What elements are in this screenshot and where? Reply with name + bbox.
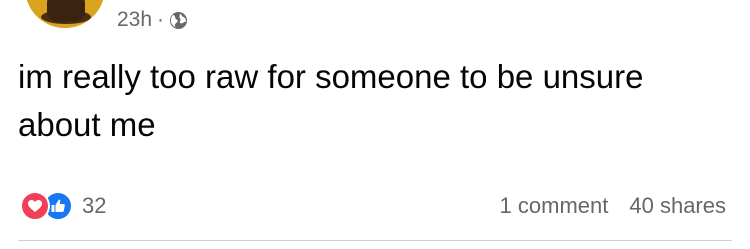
share-count-link[interactable]: 40 shares	[629, 193, 726, 219]
post-text: im really too raw for someone to be unsu…	[18, 58, 644, 143]
avatar-figure	[47, 0, 85, 22]
love-icon	[20, 191, 50, 221]
post-meta: 23h ·	[117, 5, 188, 35]
avatar[interactable]	[25, 0, 105, 28]
meta-separator: ·	[157, 8, 165, 31]
globe-icon[interactable]	[169, 11, 188, 30]
post-card: 23h · im really too raw for someone to b…	[0, 0, 750, 249]
comment-count-link[interactable]: 1 comment	[500, 193, 609, 219]
reaction-count: 32	[82, 193, 107, 218]
divider	[18, 240, 732, 241]
reactions-summary[interactable]: 32	[20, 189, 106, 223]
post-stats: 1 comment 40 shares	[500, 189, 726, 223]
post-timestamp[interactable]: 23h	[117, 8, 152, 32]
